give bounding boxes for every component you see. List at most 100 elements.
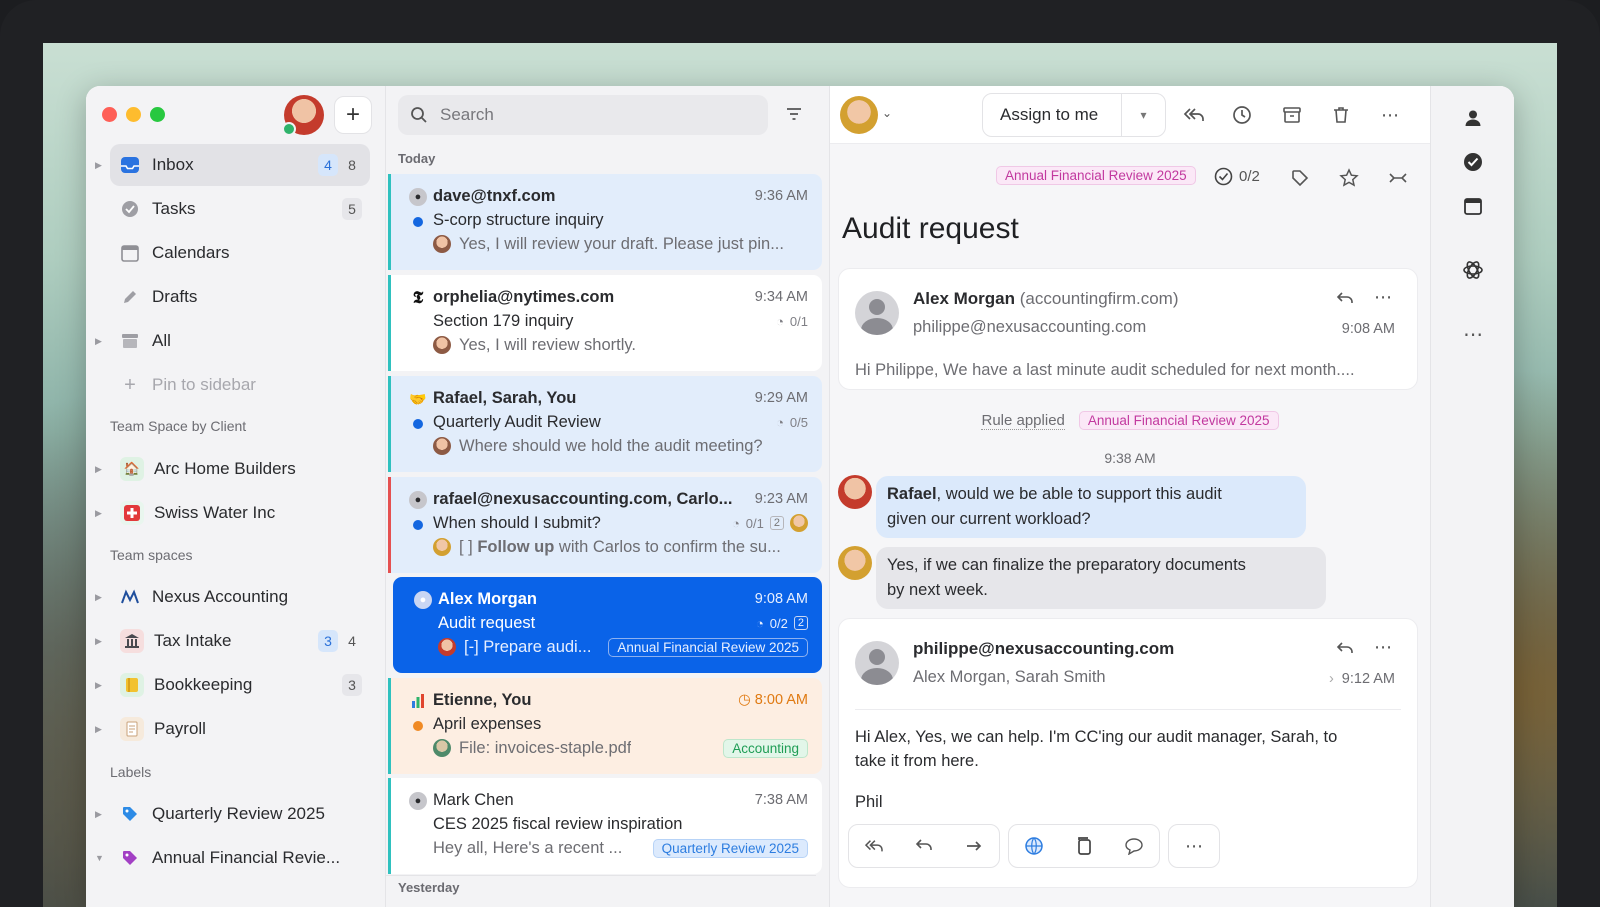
thread-row[interactable]: 🤝 Rafael, Sarah, You 9:29 AM Quarterly Au… — [388, 376, 822, 472]
more-options-icon[interactable]: ⋯ — [1461, 322, 1485, 346]
label-tag[interactable]: Annual Financial Review 2025 — [608, 637, 808, 657]
expand-caret-icon[interactable]: ▶ — [95, 160, 102, 171]
star-icon[interactable] — [1337, 166, 1361, 190]
sidebar-item-label-quarterly-review[interactable]: ▶ Quarterly Review 2025 — [95, 793, 370, 835]
search-input[interactable] — [440, 105, 740, 125]
globe-translate-icon[interactable] — [1009, 836, 1059, 856]
label-tag[interactable]: Accounting — [723, 738, 808, 758]
contact-person-icon[interactable] — [1461, 106, 1485, 130]
more-options-icon[interactable]: ⋯ — [1371, 635, 1395, 659]
thread-snippet: with Carlos to confirm the su... — [554, 537, 781, 556]
sender-avatar — [438, 638, 456, 656]
expand-caret-icon[interactable]: ▶ — [95, 336, 102, 347]
label-tag[interactable]: Annual Financial Review 2025 — [996, 166, 1196, 185]
assignee-avatar[interactable] — [840, 96, 878, 134]
sidebar-item-label-annual-financial-review[interactable]: ▼ Annual Financial Revie... — [95, 837, 370, 879]
minimize-window-button[interactable] — [126, 107, 141, 122]
sidebar-item-payroll[interactable]: ▶ Payroll — [95, 708, 370, 750]
assignee-avatar — [790, 514, 808, 532]
plus-icon: + — [124, 373, 136, 396]
copy-document-icon[interactable] — [1059, 836, 1109, 856]
label-tag[interactable]: Annual Financial Review 2025 — [1078, 411, 1279, 430]
expand-caret-icon[interactable]: ▶ — [95, 680, 102, 691]
sidebar-item-inbox[interactable]: ▶ Inbox 4 8 — [95, 144, 370, 186]
thread-snippet: File: invoices-staple.pdf — [459, 738, 632, 757]
thread-row[interactable]: ● rafael@nexusaccounting.com, Carlo... 9:… — [388, 477, 822, 573]
date-group-today: Today — [398, 151, 436, 166]
assign-to-me-button[interactable]: Assign to me ▾ — [982, 93, 1166, 137]
label-tag[interactable]: Quarterly Review 2025 — [652, 838, 808, 858]
thread-list-pane: Today ● dave@tnxf.com 9:36 AM S-corp stru… — [386, 86, 830, 907]
sidebar-item-tax-intake[interactable]: ▶ Tax Intake 3 4 — [95, 620, 370, 662]
reply-icon[interactable] — [1333, 637, 1357, 661]
check-circle-icon: ◔ — [776, 313, 784, 329]
reply-icon[interactable] — [899, 838, 949, 854]
sidebar-item-nexus-accounting[interactable]: ▶ Nexus Accounting — [95, 576, 370, 618]
thread-row[interactable]: Etienne, You ◷ 8:00 AM April expenses File… — [388, 678, 822, 774]
task-progress: 0/1 — [789, 313, 808, 329]
trash-icon[interactable] — [1329, 103, 1353, 127]
thread-subject: CES 2025 fiscal review inspiration — [433, 814, 683, 833]
chat-bubble-icon[interactable] — [1109, 837, 1159, 855]
collapse-caret-icon[interactable]: ▼ — [95, 853, 104, 863]
sidebar-item-swiss-water-inc[interactable]: ▶ Swiss Water Inc — [95, 492, 370, 534]
sidebar-item-label: Inbox — [152, 155, 194, 174]
reply-all-icon[interactable] — [849, 838, 899, 854]
more-group: ⋯ — [1168, 824, 1220, 868]
more-options-icon[interactable]: ⋯ — [1169, 836, 1219, 857]
sender-name: philippe@nexusaccounting.com — [913, 639, 1175, 658]
bank-building-icon — [120, 629, 144, 653]
calendar-icon[interactable] — [1461, 194, 1485, 218]
thread-row-selected[interactable]: ● Alex Morgan 9:08 AM Audit request ◔ 0/2 2 … — [393, 577, 822, 673]
expand-caret-icon[interactable]: ▶ — [95, 592, 102, 603]
ai-assistant-icon[interactable] — [1461, 258, 1485, 282]
house-icon: 🏠 — [120, 457, 144, 481]
recipient: philippe@nexusaccounting.com — [913, 318, 1147, 336]
expand-caret-icon[interactable]: ▶ — [95, 724, 102, 735]
sidebar-item-label: Tax Intake — [154, 631, 232, 650]
sender-domain: (accountingfirm.com) — [1019, 289, 1179, 308]
thread-from: Alex Morgan — [438, 589, 538, 608]
expand-caret-icon[interactable]: ▶ — [95, 636, 102, 647]
chevron-down-icon[interactable]: ▾ — [1121, 94, 1165, 136]
expand-caret-icon[interactable]: ▶ — [95, 464, 102, 475]
reply-all-icon[interactable] — [1182, 103, 1206, 127]
chevron-down-icon[interactable]: ⌄ — [882, 106, 892, 120]
tasks-check-icon[interactable] — [1461, 150, 1485, 174]
task-progress-button[interactable]: 0/2 — [1214, 167, 1260, 186]
rule-applied-text[interactable]: Rule applied — [981, 412, 1065, 430]
sidebar-item-arc-home-builders[interactable]: ▶ 🏠 Arc Home Builders — [95, 448, 370, 490]
zoom-window-button[interactable] — [150, 107, 165, 122]
close-window-button[interactable] — [102, 107, 117, 122]
sidebar-item-all[interactable]: ▶ All — [95, 320, 370, 362]
task-progress: 0/2 — [769, 615, 788, 631]
sidebar-item-tasks[interactable]: Tasks 5 — [110, 188, 370, 230]
thread-row[interactable]: 𝕿 orphelia@nytimes.com 9:34 AM Section 17… — [388, 275, 822, 371]
reply-icon[interactable] — [1333, 287, 1357, 311]
thread-row[interactable]: ● dave@tnxf.com 9:36 AM S-corp structure … — [388, 174, 822, 270]
more-options-icon[interactable]: ⋯ — [1371, 285, 1395, 309]
expand-caret-icon[interactable]: ▶ — [95, 508, 102, 519]
sidebar-item-bookkeeping[interactable]: ▶ Bookkeeping 3 — [95, 664, 370, 706]
collapse-all-icon[interactable] — [1386, 166, 1410, 190]
snooze-clock-icon[interactable] — [1230, 103, 1254, 127]
tasks-count-badge: 5 — [342, 198, 362, 220]
tag-icon[interactable] — [1288, 166, 1312, 190]
message-card-collapsed[interactable]: Alex Morgan (accountingfirm.com) philipp… — [838, 268, 1418, 390]
more-options-icon[interactable]: ⋯ — [1378, 103, 1402, 127]
thread-snippet: Where should we hold the audit meeting? — [459, 436, 763, 455]
archive-icon[interactable] — [1280, 103, 1304, 127]
expand-caret-icon[interactable]: ▶ — [95, 809, 102, 820]
thread-time: 9:34 AM — [754, 289, 808, 305]
forward-icon[interactable] — [949, 839, 999, 853]
search-box[interactable] — [398, 95, 768, 135]
sidebar-item-drafts[interactable]: Drafts — [110, 276, 370, 318]
compose-button[interactable]: + — [334, 96, 372, 134]
task-check-icon — [120, 199, 140, 219]
thread-row[interactable]: ● Mark Chen 7:38 AM CES 2025 fiscal revie… — [388, 778, 822, 874]
pin-to-sidebar-button[interactable]: + Pin to sidebar — [110, 364, 370, 406]
filter-icon[interactable] — [784, 104, 804, 129]
chevron-right-icon[interactable]: › — [1329, 671, 1334, 687]
sidebar-item-calendars[interactable]: Calendars — [110, 232, 370, 274]
unread-count-badge: 4 — [318, 154, 338, 176]
